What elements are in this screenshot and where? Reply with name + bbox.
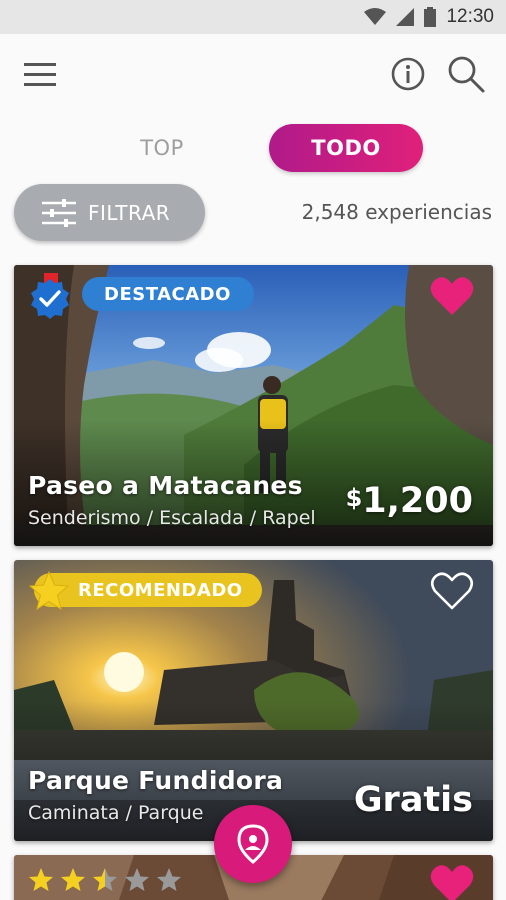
tab-bar: TOP TODO — [0, 124, 506, 172]
card-title: Parque Fundidora — [28, 766, 284, 795]
tab-todo[interactable]: TODO — [269, 124, 423, 172]
heart-outline-icon[interactable] — [429, 570, 475, 612]
experience-card[interactable]: RECOMENDADO Parque Fundidora Caminata / … — [14, 560, 493, 841]
battery-icon — [424, 7, 437, 27]
signal-icon — [396, 8, 415, 26]
star-filled-icon — [29, 868, 53, 891]
search-icon[interactable] — [446, 54, 486, 94]
heart-filled-icon[interactable] — [429, 275, 475, 317]
star-empty-icon — [125, 868, 149, 891]
filter-row: FILTRAR 2,548 experiencias — [0, 184, 506, 242]
star-filled-icon — [61, 868, 85, 891]
app-bar — [0, 34, 506, 114]
map-fab-button[interactable] — [214, 805, 292, 883]
card-categories: Senderismo / Escalada / Rapel — [28, 507, 316, 529]
sliders-icon — [42, 198, 76, 227]
status-time: 12:30 — [446, 6, 494, 27]
featured-badge: DESTACADO — [82, 277, 254, 311]
star-empty-icon — [157, 868, 181, 891]
star-icon — [28, 570, 70, 611]
info-icon[interactable] — [390, 56, 426, 92]
experience-count: 2,548 experiencias — [301, 200, 492, 224]
filter-button[interactable]: FILTRAR — [14, 184, 205, 241]
status-bar: 12:30 — [0, 0, 506, 34]
card-categories: Caminata / Parque — [28, 802, 204, 824]
experience-card[interactable]: DESTACADO Paseo a Matacanes Senderismo /… — [14, 265, 493, 546]
wifi-icon — [364, 8, 387, 25]
verified-icon — [31, 273, 69, 319]
star-rating — [28, 867, 182, 893]
card-price: Gratis — [353, 780, 473, 820]
price-currency: $ — [345, 484, 363, 512]
location-pin-icon — [237, 824, 269, 864]
card-price: $1,200 — [346, 481, 473, 521]
tab-top[interactable]: TOP — [110, 124, 214, 172]
heart-filled-icon[interactable] — [429, 863, 475, 900]
card-title: Paseo a Matacanes — [28, 471, 303, 500]
menu-icon[interactable] — [22, 56, 60, 92]
filter-label: FILTRAR — [88, 200, 171, 225]
star-half-icon — [93, 868, 117, 891]
price-value: 1,200 — [362, 481, 473, 521]
